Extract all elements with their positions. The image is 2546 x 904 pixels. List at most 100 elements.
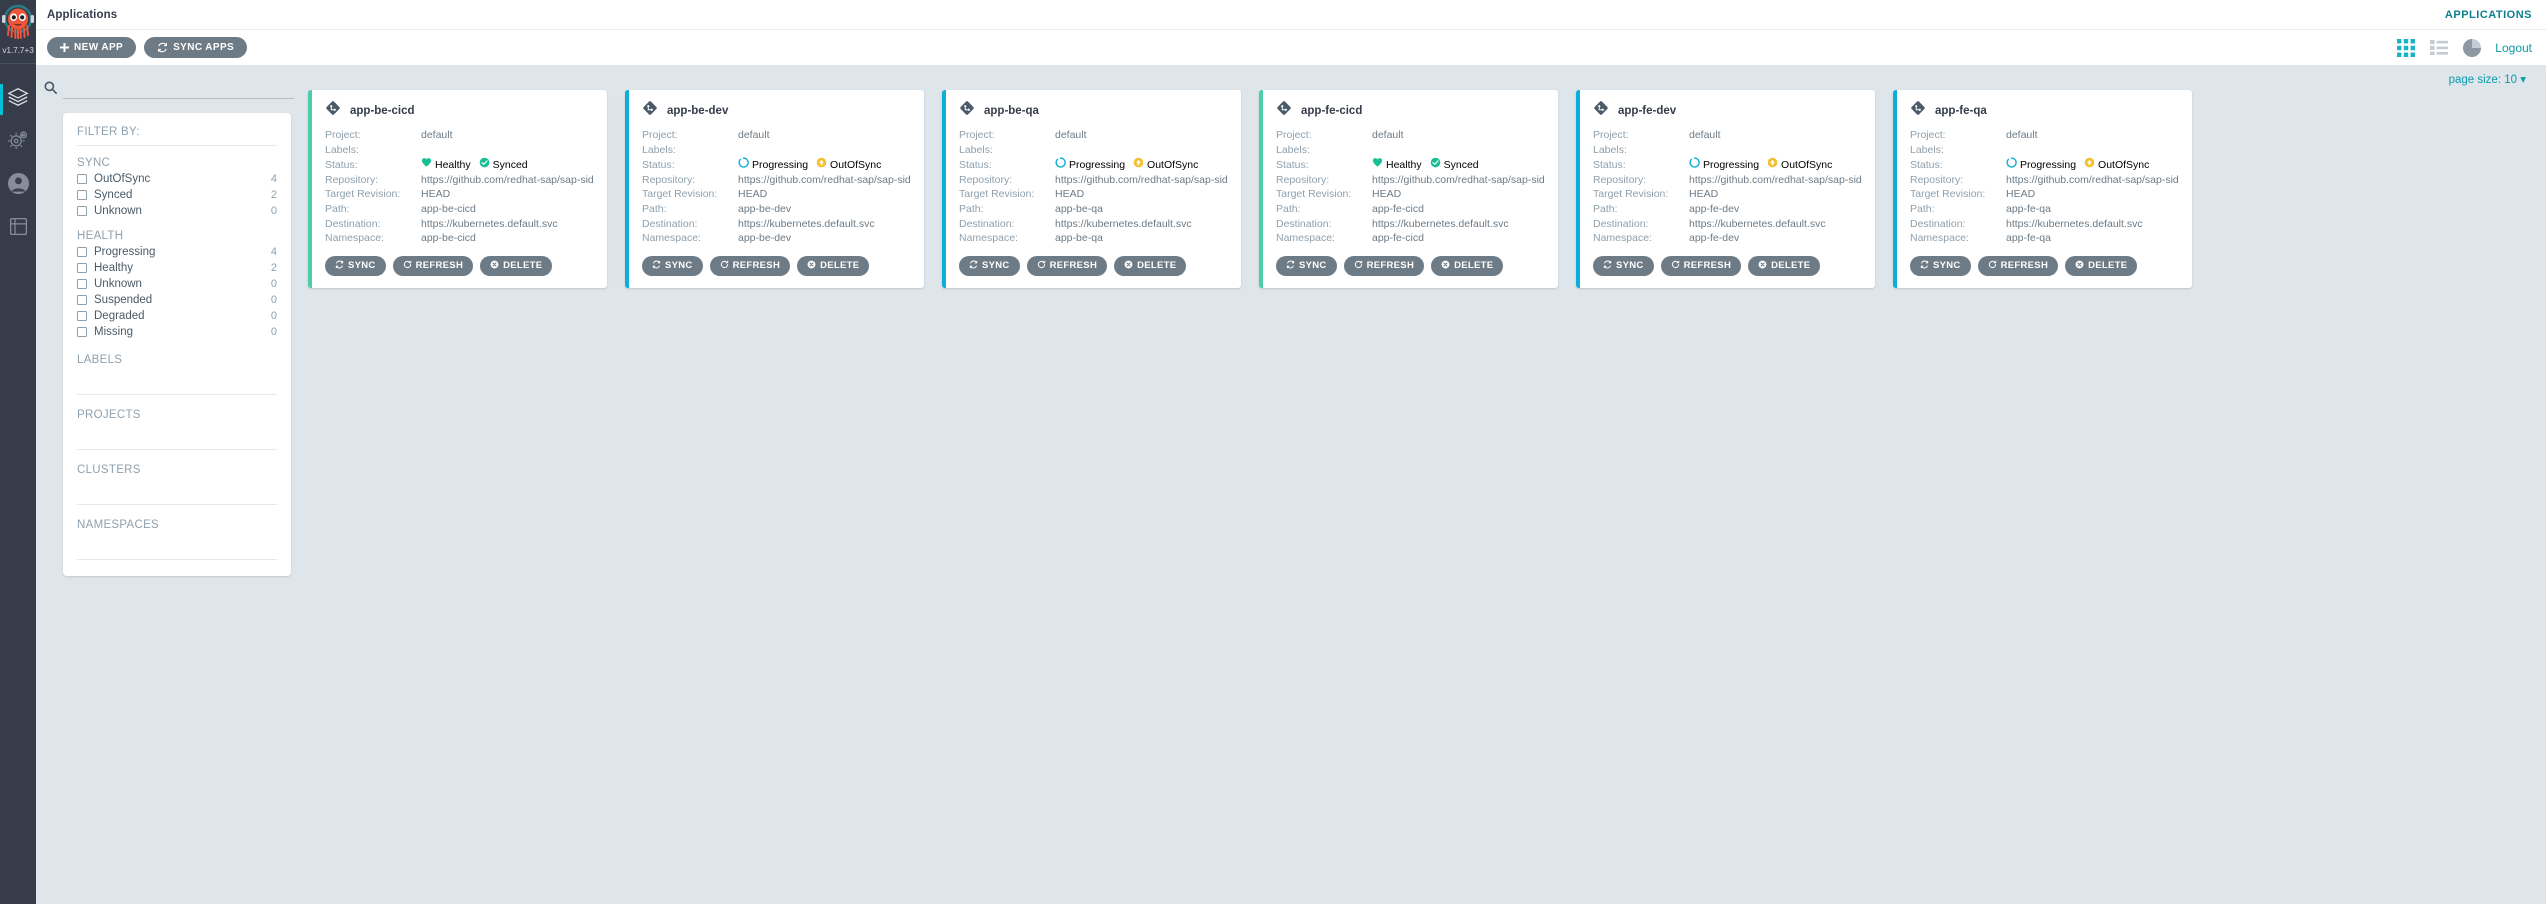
card-field-row: Project: default <box>1910 128 2179 143</box>
application-card[interactable]: app-fe-cicd Project: default Labels: Sta… <box>1259 90 1558 288</box>
filter-option-suspended[interactable]: Suspended 0 <box>77 292 277 308</box>
health-label: Healthy <box>1386 158 1422 171</box>
field-label: Namespace: <box>1593 232 1652 245</box>
application-card[interactable]: app-be-cicd Project: default Labels: Sta… <box>308 90 607 288</box>
filter-option-degraded[interactable]: Degraded 0 <box>77 308 277 324</box>
filter-option-healthy[interactable]: Healthy 2 <box>77 260 277 276</box>
checkbox[interactable] <box>77 247 87 257</box>
card-field-row: Repository: https://github.com/redhat-sa… <box>1910 173 2179 188</box>
refresh-button[interactable]: REFRESH <box>1660 255 1742 276</box>
sync-button[interactable]: SYNC <box>642 255 703 276</box>
delete-button[interactable]: DELETE <box>1748 255 1821 276</box>
filter-option-progressing[interactable]: Progressing 4 <box>77 244 277 260</box>
filter-section-labels[interactable]: LABELS <box>77 354 277 395</box>
git-repo-icon <box>1593 100 1609 121</box>
field-value: app-fe-dev <box>1689 232 1740 245</box>
page-size-selector[interactable]: page size: 10 ▾ <box>2449 72 2526 86</box>
application-card[interactable]: app-be-qa Project: default Labels: Statu… <box>942 90 1241 288</box>
logout-link[interactable]: Logout <box>2495 41 2532 55</box>
delete-button[interactable]: DELETE <box>797 255 870 276</box>
applications-area: page size: 10 ▾ app-be-cicd Project: def… <box>301 65 2546 904</box>
filter-section-clusters[interactable]: CLUSTERS <box>77 464 277 505</box>
tiles-view-icon[interactable] <box>2396 38 2415 57</box>
checkbox[interactable] <box>77 263 87 273</box>
sync-label: OutOfSync <box>2098 158 2150 171</box>
filter-option-synced[interactable]: Synced 2 <box>77 187 277 203</box>
new-app-button[interactable]: NEW APP <box>47 37 137 58</box>
refresh-button[interactable]: REFRESH <box>709 255 791 276</box>
filter-option-unknown-health[interactable]: Unknown 0 <box>77 276 277 292</box>
sidebar-item-user-info[interactable] <box>0 164 36 207</box>
card-field-row: Labels: <box>1593 143 1862 158</box>
refresh-button[interactable]: REFRESH <box>392 255 474 276</box>
refresh-icon <box>1037 260 1046 272</box>
field-value: HEAD <box>421 188 451 201</box>
field-value: app-fe-cicd <box>1372 202 1424 215</box>
delete-button[interactable]: DELETE <box>1114 255 1187 276</box>
refresh-button[interactable]: REFRESH <box>1026 255 1108 276</box>
sync-icon <box>335 260 344 272</box>
sync-button[interactable]: SYNC <box>325 255 386 276</box>
sync-label: Synced <box>492 158 528 171</box>
filter-group-title: HEALTH <box>77 230 124 242</box>
application-card[interactable]: app-fe-dev Project: default Labels: Stat… <box>1576 90 1875 288</box>
status-value: Progressing OutOfSync <box>2006 157 2154 173</box>
filter-option-outofsync[interactable]: OutOfSync 4 <box>77 171 277 187</box>
delete-button[interactable]: DELETE <box>2065 255 2138 276</box>
refresh-icon <box>1671 260 1680 272</box>
filter-section-namespaces[interactable]: NAMESPACES <box>77 519 277 560</box>
sync-button[interactable]: SYNC <box>1593 255 1654 276</box>
checkbox[interactable] <box>77 206 87 216</box>
delete-button[interactable]: DELETE <box>480 255 553 276</box>
sync-button[interactable]: SYNC <box>1910 255 1971 276</box>
git-repo-icon <box>642 100 658 121</box>
checkbox[interactable] <box>77 174 87 184</box>
sync-apps-button[interactable]: SYNC APPS <box>144 37 248 58</box>
health-label: Progressing <box>1703 158 1760 171</box>
field-label: Namespace: <box>959 232 1018 245</box>
progressing-icon <box>738 157 749 173</box>
checkbox[interactable] <box>77 327 87 337</box>
argocd-logo[interactable] <box>1 4 35 44</box>
view-toggle-group: Logout <box>2396 38 2532 57</box>
book-icon <box>8 216 29 242</box>
list-view-icon[interactable] <box>2429 38 2448 57</box>
progressing-icon <box>1055 157 1066 173</box>
filter-option-unknown[interactable]: Unknown 0 <box>77 203 277 219</box>
field-value: HEAD <box>1055 188 1085 201</box>
field-label: Project: <box>1276 129 1312 141</box>
card-field-row: Destination: https://kubernetes.default.… <box>642 217 911 232</box>
status-value: Progressing OutOfSync <box>1055 157 1203 173</box>
field-label: Namespace: <box>642 232 701 245</box>
filter-option-missing[interactable]: Missing 0 <box>77 324 277 340</box>
refresh-button[interactable]: REFRESH <box>1977 255 2059 276</box>
card-field-row: Path: app-fe-qa <box>1910 202 2179 217</box>
checkbox[interactable] <box>77 311 87 321</box>
sidebar-item-applications[interactable] <box>0 78 36 121</box>
refresh-icon <box>1988 260 1997 272</box>
health-label: Progressing <box>752 158 809 171</box>
field-label: Repository: <box>1593 173 1647 186</box>
refresh-button[interactable]: REFRESH <box>1343 255 1425 276</box>
summary-pie-view-icon[interactable] <box>2462 38 2481 57</box>
sidebar-item-documentation[interactable] <box>0 207 36 250</box>
card-header: app-fe-qa <box>1910 100 2179 121</box>
close-circle-icon <box>1441 260 1450 272</box>
checkbox[interactable] <box>77 190 87 200</box>
card-field-row: Namespace: app-be-qa <box>959 231 1228 246</box>
sync-status: OutOfSync <box>816 157 881 173</box>
sync-button[interactable]: SYNC <box>1276 255 1337 276</box>
application-card[interactable]: app-fe-qa Project: default Labels: Statu… <box>1893 90 2192 288</box>
sync-button[interactable]: SYNC <box>959 255 1020 276</box>
checkbox[interactable] <box>77 295 87 305</box>
application-card[interactable]: app-be-dev Project: default Labels: Stat… <box>625 90 924 288</box>
checkbox[interactable] <box>77 279 87 289</box>
card-actions: SYNC REFRESH DELETE <box>1276 255 1545 276</box>
card-field-row: Target Revision: HEAD <box>1910 187 2179 202</box>
healthy-icon <box>421 157 432 173</box>
filter-section-projects[interactable]: PROJECTS <box>77 409 277 450</box>
sidebar-item-settings[interactable] <box>0 121 36 164</box>
delete-button[interactable]: DELETE <box>1431 255 1504 276</box>
outofsync-icon <box>1133 157 1144 173</box>
search-input[interactable] <box>63 83 294 99</box>
